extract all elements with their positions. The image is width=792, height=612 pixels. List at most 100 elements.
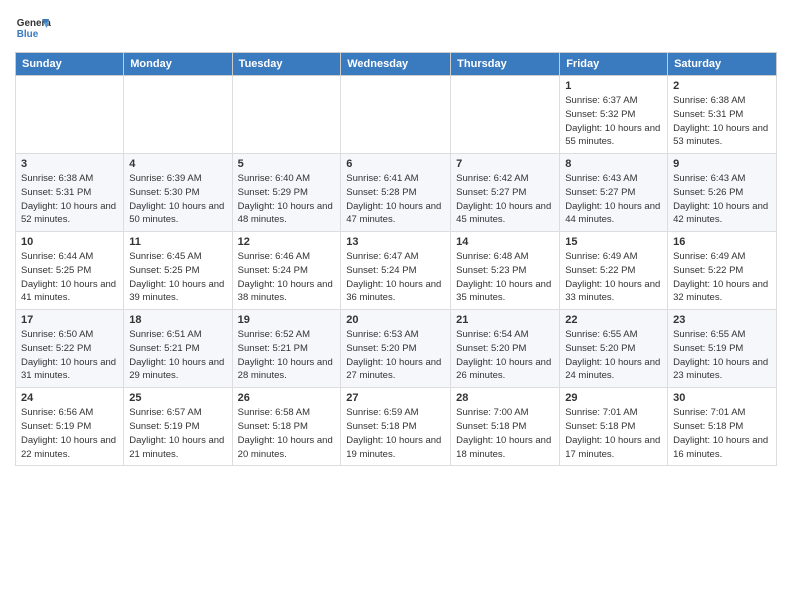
calendar-cell (16, 76, 124, 154)
calendar-cell: 9 Sunrise: 6:43 AM Sunset: 5:26 PM Daylig… (668, 154, 777, 232)
calendar-cell: 23Sunrise: 6:55 AM Sunset: 5:19 PM Dayli… (668, 310, 777, 388)
day-info: Sunrise: 6:42 AM Sunset: 5:27 PM Dayligh… (456, 172, 554, 227)
day-number: 21 (456, 314, 554, 326)
calendar-cell: 2 Sunrise: 6:38 AM Sunset: 5:31 PM Daylig… (668, 76, 777, 154)
day-info: Sunrise: 6:54 AM Sunset: 5:20 PM Dayligh… (456, 328, 554, 383)
day-info: Sunrise: 6:50 AM Sunset: 5:22 PM Dayligh… (21, 328, 118, 383)
calendar-cell: 13 Sunrise: 6:47 AM Sunset: 5:24 PM Dayli… (341, 232, 451, 310)
day-number: 29 (565, 392, 662, 404)
day-info: Sunrise: 6:41 AM Sunset: 5:28 PM Dayligh… (346, 172, 445, 227)
calendar-cell: 17 Sunrise: 6:50 AM Sunset: 5:22 PM Dayli… (16, 310, 124, 388)
day-info: Sunrise: 6:38 AM Sunset: 5:31 PM Dayligh… (673, 94, 771, 149)
day-number: 18 (129, 314, 226, 326)
calendar-cell: 24 Sunrise: 6:56 AM Sunset: 5:19 PM Dayli… (16, 388, 124, 466)
day-info: Sunrise: 6:39 AM Sunset: 5:30 PM Dayligh… (129, 172, 226, 227)
day-number: 1 (565, 80, 662, 92)
day-number: 15 (565, 236, 662, 248)
day-number: 5 (238, 158, 336, 170)
day-number: 4 (129, 158, 226, 170)
weekday-tuesday: Tuesday (232, 53, 341, 76)
calendar-cell: 30 Sunrise: 7:01 AM Sunset: 5:18 PM Dayli… (668, 388, 777, 466)
week-row-0: 1Sunrise: 6:37 AM Sunset: 5:32 PM Daylig… (16, 76, 777, 154)
calendar-cell: 14 Sunrise: 6:48 AM Sunset: 5:23 PM Dayli… (451, 232, 560, 310)
day-number: 25 (129, 392, 226, 404)
svg-text:Blue: Blue (17, 29, 39, 40)
weekday-saturday: Saturday (668, 53, 777, 76)
week-row-3: 17 Sunrise: 6:50 AM Sunset: 5:22 PM Dayli… (16, 310, 777, 388)
day-info: Sunrise: 6:56 AM Sunset: 5:19 PM Dayligh… (21, 406, 118, 461)
day-number: 10 (21, 236, 118, 248)
page-header: General Blue (15, 10, 777, 46)
day-info: Sunrise: 7:01 AM Sunset: 5:18 PM Dayligh… (673, 406, 771, 461)
day-info: Sunrise: 6:57 AM Sunset: 5:19 PM Dayligh… (129, 406, 226, 461)
day-number: 23 (673, 314, 771, 326)
day-info: Sunrise: 6:51 AM Sunset: 5:21 PM Dayligh… (129, 328, 226, 383)
day-info: Sunrise: 6:43 AM Sunset: 5:27 PM Dayligh… (565, 172, 662, 227)
calendar-cell: 18 Sunrise: 6:51 AM Sunset: 5:21 PM Dayli… (124, 310, 232, 388)
calendar-cell (124, 76, 232, 154)
calendar-cell: 22Sunrise: 6:55 AM Sunset: 5:20 PM Dayli… (560, 310, 668, 388)
day-info: Sunrise: 7:00 AM Sunset: 5:18 PM Dayligh… (456, 406, 554, 461)
day-info: Sunrise: 6:49 AM Sunset: 5:22 PM Dayligh… (565, 250, 662, 305)
day-number: 7 (456, 158, 554, 170)
day-number: 2 (673, 80, 771, 92)
day-number: 12 (238, 236, 336, 248)
day-number: 20 (346, 314, 445, 326)
day-number: 13 (346, 236, 445, 248)
calendar-cell (341, 76, 451, 154)
calendar-cell: 12 Sunrise: 6:46 AM Sunset: 5:24 PM Dayli… (232, 232, 341, 310)
day-info: Sunrise: 6:43 AM Sunset: 5:26 PM Dayligh… (673, 172, 771, 227)
day-number: 26 (238, 392, 336, 404)
day-info: Sunrise: 6:52 AM Sunset: 5:21 PM Dayligh… (238, 328, 336, 383)
logo: General Blue (15, 10, 51, 46)
calendar-cell: 25 Sunrise: 6:57 AM Sunset: 5:19 PM Dayli… (124, 388, 232, 466)
calendar-table: SundayMondayTuesdayWednesdayThursdayFrid… (15, 52, 777, 466)
day-info: Sunrise: 6:46 AM Sunset: 5:24 PM Dayligh… (238, 250, 336, 305)
day-number: 17 (21, 314, 118, 326)
logo-icon: General Blue (15, 10, 51, 46)
weekday-sunday: Sunday (16, 53, 124, 76)
day-number: 22 (565, 314, 662, 326)
day-number: 30 (673, 392, 771, 404)
calendar-cell: 26 Sunrise: 6:58 AM Sunset: 5:18 PM Dayli… (232, 388, 341, 466)
day-info: Sunrise: 6:38 AM Sunset: 5:31 PM Dayligh… (21, 172, 118, 227)
calendar-cell: 16Sunrise: 6:49 AM Sunset: 5:22 PM Dayli… (668, 232, 777, 310)
calendar-cell: 20 Sunrise: 6:53 AM Sunset: 5:20 PM Dayli… (341, 310, 451, 388)
calendar-cell: 8 Sunrise: 6:43 AM Sunset: 5:27 PM Daylig… (560, 154, 668, 232)
day-number: 6 (346, 158, 445, 170)
calendar-cell: 6 Sunrise: 6:41 AM Sunset: 5:28 PM Daylig… (341, 154, 451, 232)
calendar-cell: 1Sunrise: 6:37 AM Sunset: 5:32 PM Daylig… (560, 76, 668, 154)
calendar-cell: 3 Sunrise: 6:38 AM Sunset: 5:31 PM Daylig… (16, 154, 124, 232)
calendar-body: 1Sunrise: 6:37 AM Sunset: 5:32 PM Daylig… (16, 76, 777, 466)
day-info: Sunrise: 6:58 AM Sunset: 5:18 PM Dayligh… (238, 406, 336, 461)
day-number: 27 (346, 392, 445, 404)
day-info: Sunrise: 6:53 AM Sunset: 5:20 PM Dayligh… (346, 328, 445, 383)
calendar-cell: 5Sunrise: 6:40 AM Sunset: 5:29 PM Daylig… (232, 154, 341, 232)
calendar-cell: 28Sunrise: 7:00 AM Sunset: 5:18 PM Dayli… (451, 388, 560, 466)
day-number: 19 (238, 314, 336, 326)
week-row-4: 24 Sunrise: 6:56 AM Sunset: 5:19 PM Dayli… (16, 388, 777, 466)
calendar-cell: 21 Sunrise: 6:54 AM Sunset: 5:20 PM Dayli… (451, 310, 560, 388)
weekday-wednesday: Wednesday (341, 53, 451, 76)
weekday-thursday: Thursday (451, 53, 560, 76)
week-row-1: 3 Sunrise: 6:38 AM Sunset: 5:31 PM Daylig… (16, 154, 777, 232)
day-number: 3 (21, 158, 118, 170)
day-number: 8 (565, 158, 662, 170)
day-info: Sunrise: 6:48 AM Sunset: 5:23 PM Dayligh… (456, 250, 554, 305)
day-number: 24 (21, 392, 118, 404)
day-info: Sunrise: 6:44 AM Sunset: 5:25 PM Dayligh… (21, 250, 118, 305)
calendar-cell: 19 Sunrise: 6:52 AM Sunset: 5:21 PM Dayli… (232, 310, 341, 388)
calendar-cell: 4 Sunrise: 6:39 AM Sunset: 5:30 PM Daylig… (124, 154, 232, 232)
day-number: 9 (673, 158, 771, 170)
day-info: Sunrise: 6:45 AM Sunset: 5:25 PM Dayligh… (129, 250, 226, 305)
day-info: Sunrise: 6:47 AM Sunset: 5:24 PM Dayligh… (346, 250, 445, 305)
day-info: Sunrise: 6:49 AM Sunset: 5:22 PM Dayligh… (673, 250, 771, 305)
weekday-monday: Monday (124, 53, 232, 76)
calendar-cell: 10 Sunrise: 6:44 AM Sunset: 5:25 PM Dayli… (16, 232, 124, 310)
day-info: Sunrise: 7:01 AM Sunset: 5:18 PM Dayligh… (565, 406, 662, 461)
calendar-cell (232, 76, 341, 154)
day-number: 11 (129, 236, 226, 248)
calendar-cell: 11 Sunrise: 6:45 AM Sunset: 5:25 PM Dayli… (124, 232, 232, 310)
day-number: 14 (456, 236, 554, 248)
calendar-cell: 7 Sunrise: 6:42 AM Sunset: 5:27 PM Daylig… (451, 154, 560, 232)
